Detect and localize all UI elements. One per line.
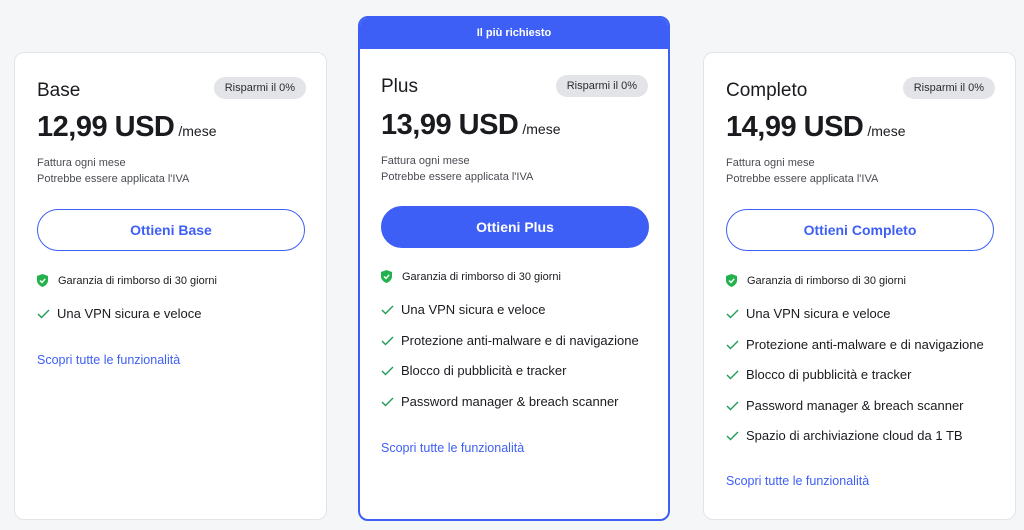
checkmark-icon — [381, 397, 394, 406]
feature-list: Una VPN sicura e veloce Protezione anti-m… — [381, 302, 639, 424]
checkmark-icon — [726, 431, 739, 441]
feature-text: Una VPN sicura e veloce — [401, 302, 546, 317]
see-all-features-link[interactable]: Scopri tutte le funzionalità — [37, 353, 180, 367]
checkmark-icon — [381, 336, 394, 345]
price-period: /mese — [178, 123, 217, 139]
see-all-features-link[interactable]: Scopri tutte le funzionalità — [726, 474, 869, 488]
feature-text: Una VPN sicura e veloce — [57, 306, 202, 321]
feature-text: Protezione anti-malware e di navigazione — [401, 332, 639, 348]
feature-list: Una VPN sicura e veloce — [37, 306, 202, 337]
checkmark-icon — [37, 309, 50, 319]
price-period: /mese — [867, 123, 906, 139]
see-all-features-link[interactable]: Scopri tutte le funzionalità — [381, 441, 524, 455]
get-base-button[interactable]: Ottieni Base — [37, 209, 305, 251]
plan-card-base: Base Risparmi il 0% 12,99 USD/mese Fattu… — [14, 52, 327, 520]
price: 12,99 USD — [37, 111, 175, 143]
discount-badge: Risparmi il 0% — [213, 77, 306, 99]
discount-badge: Risparmi il 0% — [902, 77, 995, 99]
vat-note: Potrebbe essere applicata l'IVA — [726, 173, 879, 185]
plan-card-plus: Il più richiesto Plus Risparmi il 0% 13,… — [358, 16, 670, 521]
plan-name: Plus — [381, 76, 418, 97]
feature-text: Password manager & breach scanner — [401, 393, 619, 409]
discount-badge: Risparmi il 0% — [555, 75, 648, 97]
feature-item: Spazio di archiviazione cloud da 1 TB — [726, 428, 984, 459]
billing-info: Fattura ogni mese Potrebbe essere applic… — [726, 155, 878, 187]
billing-cycle: Fattura ogni mese — [381, 155, 470, 167]
plan-card-completo: Completo Risparmi il 0% 14,99 USD/mese F… — [703, 52, 1016, 520]
plan-name: Completo — [726, 80, 808, 101]
get-plus-button[interactable]: Ottieni Plus — [381, 206, 649, 248]
feature-item: Una VPN sicura e veloce — [381, 302, 639, 333]
guarantee-text: Garanzia di rimborso di 30 giorni — [402, 270, 561, 283]
guarantee-text: Garanzia di rimborso di 30 giorni — [747, 274, 906, 287]
price-period: /mese — [522, 121, 561, 137]
price-row: 12,99 USD/mese — [37, 111, 216, 144]
feature-item: Protezione anti-malware e di navigazione — [381, 333, 639, 364]
guarantee-text: Garanzia di rimborso di 30 giorni — [58, 274, 217, 287]
most-popular-banner: Il più richiesto — [360, 18, 668, 49]
feature-item: Una VPN sicura e veloce — [726, 306, 984, 337]
vat-note: Potrebbe essere applicata l'IVA — [37, 173, 190, 185]
shield-check-icon — [37, 274, 48, 287]
checkmark-icon — [726, 309, 739, 319]
feature-text: Spazio di archiviazione cloud da 1 TB — [746, 428, 963, 443]
feature-item: Una VPN sicura e veloce — [37, 306, 202, 337]
feature-item: Protezione anti-malware e di navigazione — [726, 337, 984, 368]
price: 13,99 USD — [381, 109, 519, 141]
billing-cycle: Fattura ogni mese — [726, 157, 815, 169]
vat-note: Potrebbe essere applicata l'IVA — [381, 171, 534, 183]
checkmark-icon — [381, 305, 394, 315]
feature-item: Blocco di pubblicità e tracker — [381, 363, 639, 394]
checkmark-icon — [726, 340, 739, 349]
checkmark-icon — [726, 370, 739, 380]
shield-check-icon — [381, 270, 392, 283]
get-completo-button[interactable]: Ottieni Completo — [726, 209, 994, 251]
feature-text: Password manager & breach scanner — [746, 397, 964, 413]
feature-item: Blocco di pubblicità e tracker — [726, 367, 984, 398]
feature-text: Una VPN sicura e veloce — [746, 306, 891, 321]
money-back-guarantee: Garanzia di rimborso di 30 giorni — [381, 270, 561, 283]
feature-item: Password manager & breach scanner — [381, 394, 639, 425]
billing-cycle: Fattura ogni mese — [37, 157, 126, 169]
feature-item: Password manager & breach scanner — [726, 398, 984, 429]
checkmark-icon — [381, 366, 394, 376]
feature-list: Una VPN sicura e veloce Protezione anti-m… — [726, 306, 984, 459]
plan-name: Base — [37, 80, 81, 101]
shield-check-icon — [726, 274, 737, 287]
money-back-guarantee: Garanzia di rimborso di 30 giorni — [37, 274, 217, 287]
feature-text: Blocco di pubblicità e tracker — [401, 363, 567, 378]
money-back-guarantee: Garanzia di rimborso di 30 giorni — [726, 274, 906, 287]
price-row: 13,99 USD/mese — [381, 109, 560, 142]
feature-text: Blocco di pubblicità e tracker — [746, 367, 912, 382]
billing-info: Fattura ogni mese Potrebbe essere applic… — [37, 155, 189, 187]
feature-text: Protezione anti-malware e di navigazione — [746, 336, 984, 352]
billing-info: Fattura ogni mese Potrebbe essere applic… — [381, 153, 533, 185]
price: 14,99 USD — [726, 111, 864, 143]
price-row: 14,99 USD/mese — [726, 111, 905, 144]
checkmark-icon — [726, 401, 739, 410]
